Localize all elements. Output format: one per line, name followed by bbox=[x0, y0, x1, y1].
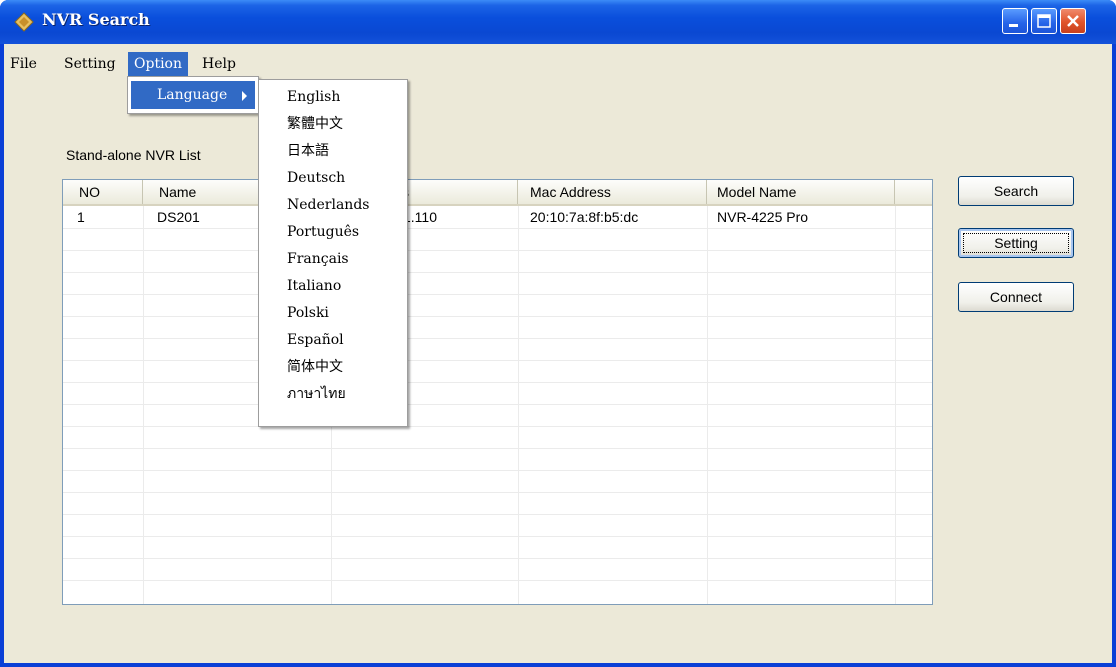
close-icon bbox=[1067, 15, 1079, 27]
menu-file[interactable]: File bbox=[4, 52, 43, 76]
row-divider bbox=[63, 228, 932, 229]
menu-option[interactable]: Option bbox=[128, 52, 188, 76]
row-divider bbox=[63, 426, 932, 427]
menu-setting[interactable]: Setting bbox=[58, 52, 122, 76]
language-menu: English 繁體中文 日本語 Deutsch Nederlands Port… bbox=[258, 79, 408, 427]
row-divider bbox=[63, 448, 932, 449]
language-option-japanese[interactable]: 日本語 bbox=[287, 138, 329, 164]
language-option-spanish[interactable]: Español bbox=[287, 327, 344, 353]
cell-mac-address[interactable]: 20:10:7a:8f:b5:dc bbox=[518, 206, 707, 228]
row-divider bbox=[63, 492, 932, 493]
menu-bar: File Setting Option Help bbox=[4, 52, 1112, 76]
row-divider bbox=[63, 404, 932, 405]
app-icon bbox=[14, 12, 34, 32]
column-header-filler bbox=[895, 180, 932, 204]
connect-button[interactable]: Connect bbox=[958, 282, 1074, 312]
row-divider bbox=[63, 316, 932, 317]
row-divider bbox=[63, 360, 932, 361]
nvr-list-table[interactable]: NO Name ss Mac Address Model Name bbox=[62, 179, 933, 605]
minimize-icon bbox=[1009, 24, 1018, 27]
cell-model-name[interactable]: NVR-4225 Pro bbox=[707, 206, 895, 228]
row-divider bbox=[63, 250, 932, 251]
language-option-english[interactable]: English bbox=[287, 84, 340, 110]
language-option-traditional-chinese[interactable]: 繁體中文 bbox=[287, 111, 343, 137]
language-option-thai[interactable]: ภาษาไทย bbox=[287, 381, 346, 407]
cell-no[interactable]: 1 bbox=[63, 206, 143, 228]
language-option-french[interactable]: Français bbox=[287, 246, 349, 272]
title-bar[interactable]: NVR Search bbox=[0, 0, 1116, 44]
language-option-italian[interactable]: Italiano bbox=[287, 273, 341, 299]
language-option-dutch[interactable]: Nederlands bbox=[287, 192, 369, 218]
column-header-mac-address[interactable]: Mac Address bbox=[518, 180, 707, 204]
client-area: File Setting Option Help Stand-alone NVR… bbox=[4, 44, 1112, 663]
column-header-model-name[interactable]: Model Name bbox=[707, 180, 895, 204]
menu-help[interactable]: Help bbox=[196, 52, 242, 76]
table-rows bbox=[63, 206, 932, 604]
maximize-icon bbox=[1037, 14, 1051, 28]
column-header-no[interactable]: NO bbox=[63, 180, 143, 204]
row-divider bbox=[63, 294, 932, 295]
window-title: NVR Search bbox=[42, 10, 150, 29]
row-divider bbox=[63, 338, 932, 339]
nvr-list-label: Stand-alone NVR List bbox=[66, 147, 201, 163]
menu-item-language-label: Language bbox=[157, 87, 228, 103]
row-divider bbox=[63, 272, 932, 273]
language-option-simplified-chinese[interactable]: 简体中文 bbox=[287, 354, 343, 380]
row-divider bbox=[63, 382, 932, 383]
row-divider bbox=[63, 470, 932, 471]
app-window: NVR Search File Setting Option Help Stan… bbox=[0, 0, 1116, 667]
maximize-button[interactable] bbox=[1031, 8, 1057, 34]
table-header: NO Name ss Mac Address Model Name bbox=[63, 180, 932, 206]
language-option-portuguese[interactable]: Português bbox=[287, 219, 359, 245]
submenu-arrow-icon bbox=[242, 91, 247, 101]
language-option-german[interactable]: Deutsch bbox=[287, 165, 345, 191]
setting-button[interactable]: Setting bbox=[958, 228, 1074, 258]
row-divider bbox=[63, 514, 932, 515]
setting-button-label: Setting bbox=[994, 235, 1038, 251]
menu-item-language[interactable]: Language bbox=[131, 81, 255, 109]
search-button[interactable]: Search bbox=[958, 176, 1074, 206]
option-menu: Language bbox=[127, 76, 259, 114]
row-divider bbox=[63, 580, 932, 581]
row-divider bbox=[63, 536, 932, 537]
close-button[interactable] bbox=[1060, 8, 1086, 34]
language-option-polish[interactable]: Polski bbox=[287, 300, 329, 326]
minimize-button[interactable] bbox=[1002, 8, 1028, 34]
row-divider bbox=[63, 558, 932, 559]
